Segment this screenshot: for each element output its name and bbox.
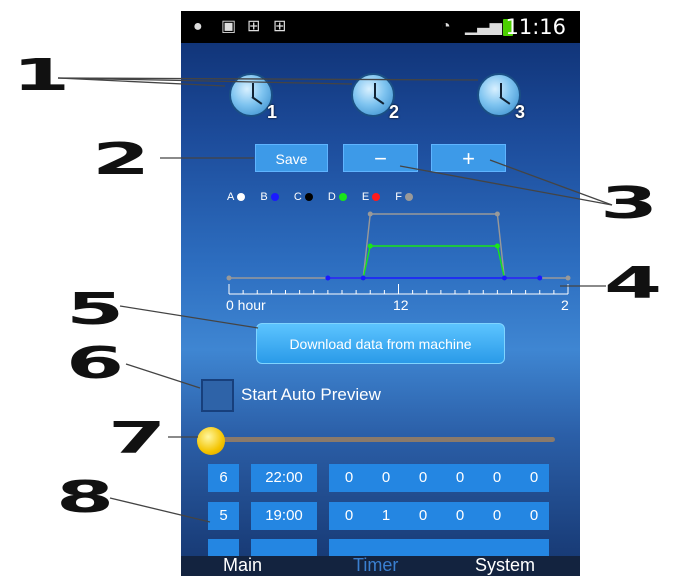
callout-7: 7 bbox=[108, 413, 166, 464]
timer-3-label: 3 bbox=[514, 102, 525, 122]
phone-screen: ● ▣ ⊞ ⊞ ◔ ▁▃▅ 11:16 1 2 3 Save − + A B C… bbox=[181, 11, 580, 576]
bottom-tab-bar: Main Timer System bbox=[181, 554, 580, 576]
row-6-time[interactable]: 22:00 bbox=[251, 464, 317, 492]
timer-1-label: 1 bbox=[266, 102, 277, 122]
timer-1-clock-icon[interactable]: 1 bbox=[229, 73, 277, 122]
chart-series bbox=[226, 211, 571, 281]
legend-item-c: C bbox=[294, 191, 313, 203]
briefcase-icon: ⊞ bbox=[273, 18, 287, 35]
tab-timer[interactable]: Timer bbox=[353, 554, 398, 576]
preview-slider-thumb[interactable] bbox=[197, 427, 225, 455]
row-5-index[interactable]: 5 bbox=[208, 502, 239, 530]
timer-3-clock-icon[interactable]: 3 bbox=[477, 73, 525, 122]
image-icon: ▣ bbox=[221, 18, 237, 35]
download-data-button[interactable]: Download data from machine bbox=[256, 323, 505, 364]
status-time: 11:16 bbox=[505, 15, 566, 39]
auto-preview-label: Start Auto Preview bbox=[241, 385, 381, 404]
briefcase-icon: ⊞ bbox=[247, 18, 261, 35]
legend-item-d: D bbox=[328, 191, 347, 203]
callout-4: 4 bbox=[604, 258, 662, 309]
series-0-point-3 bbox=[494, 211, 500, 217]
series-2-point-2 bbox=[501, 275, 507, 281]
timer-chart[interactable]: 0 hour 12 2 bbox=[181, 204, 580, 314]
series-2-point-0 bbox=[325, 275, 331, 281]
timer-2-clock-icon[interactable]: 2 bbox=[351, 73, 399, 122]
series-0-point-5 bbox=[565, 275, 571, 281]
callout-5: 5 bbox=[66, 284, 124, 335]
x-tick-label-12: 12 bbox=[393, 297, 409, 313]
series-line-1 bbox=[362, 245, 506, 279]
row-6-values[interactable]: 0 0 0 0 0 0 bbox=[329, 464, 549, 492]
callout-2: 2 bbox=[92, 134, 150, 185]
chart-ticks bbox=[228, 284, 569, 294]
series-0-point-0 bbox=[226, 275, 232, 281]
save-button[interactable]: Save bbox=[255, 144, 328, 172]
series-0-point-2 bbox=[367, 211, 373, 217]
callout-3: 3 bbox=[600, 178, 658, 229]
x-tick-label-0: 0 hour bbox=[226, 297, 266, 313]
row-5-values[interactable]: 0 1 0 0 0 0 bbox=[329, 502, 549, 530]
add-point-button[interactable]: + bbox=[431, 144, 506, 172]
remove-point-button[interactable]: − bbox=[343, 144, 418, 172]
row-6-index[interactable]: 6 bbox=[208, 464, 239, 492]
series-1-point-1 bbox=[367, 243, 373, 249]
series-2-point-1 bbox=[360, 275, 366, 281]
series-2-point-3 bbox=[537, 275, 543, 281]
wifi-icon: ◔ bbox=[441, 18, 451, 35]
auto-preview-checkbox[interactable] bbox=[201, 379, 234, 412]
timer-2-label: 2 bbox=[388, 102, 399, 122]
callout-6: 6 bbox=[66, 338, 124, 389]
chat-icon: ● bbox=[193, 18, 203, 35]
legend-item-e: E bbox=[362, 191, 381, 203]
preview-slider-track[interactable] bbox=[213, 437, 555, 442]
row-5-time[interactable]: 19:00 bbox=[251, 502, 317, 530]
status-bar: ● ▣ ⊞ ⊞ ◔ ▁▃▅ 11:16 bbox=[181, 11, 580, 43]
tab-system[interactable]: System bbox=[475, 554, 535, 576]
signal-icon: ▁▃▅ bbox=[465, 18, 502, 35]
callout-1: 1 bbox=[12, 50, 70, 101]
x-tick-label-end: 2 bbox=[561, 297, 569, 313]
legend-item-f: F bbox=[395, 191, 413, 203]
legend-item-a: A bbox=[227, 191, 246, 203]
tab-main[interactable]: Main bbox=[223, 554, 262, 576]
legend-item-b: B bbox=[260, 191, 279, 203]
series-1-point-2 bbox=[494, 243, 500, 249]
callout-8: 8 bbox=[56, 472, 114, 523]
